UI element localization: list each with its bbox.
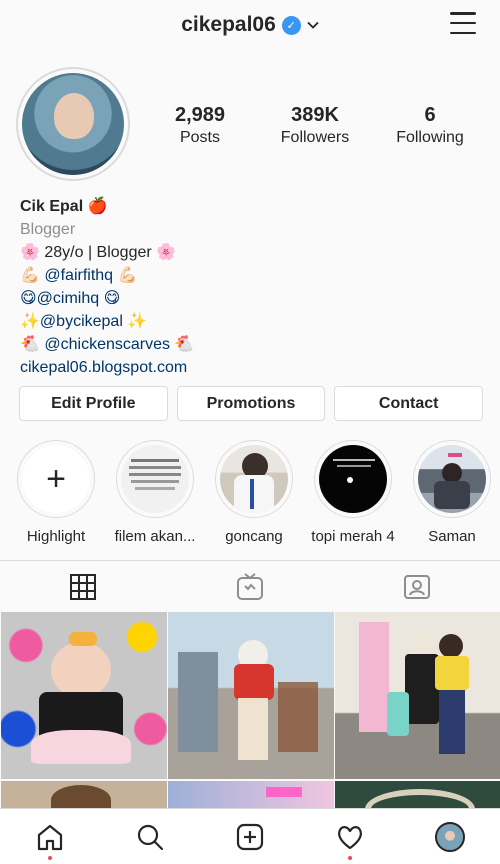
bio-mention-line[interactable]: 😋@cimihq 😋: [20, 287, 194, 310]
profile-bio: Cik Epal 🍎 Blogger 🌸 28y/o | Blogger 🌸 💪…: [20, 195, 194, 379]
highlight-ring: [116, 440, 194, 518]
stat-value: 2,989: [174, 104, 226, 126]
nav-activity[interactable]: [330, 817, 370, 860]
profile-actions: Edit Profile Promotions Contact: [19, 386, 484, 421]
highlight-label: topi merah 4: [311, 528, 395, 545]
highlight-item[interactable]: topi merah 4: [305, 440, 401, 545]
profile-stats: 2,989 Posts 389K Followers 6 Following: [145, 104, 485, 147]
highlight-item[interactable]: filem akan...: [107, 440, 203, 545]
bio-mention-line[interactable]: ✨@bycikepal ✨: [20, 310, 194, 333]
tab-igtv[interactable]: [167, 561, 334, 612]
tab-grid[interactable]: [0, 561, 167, 612]
heart-icon: [338, 825, 362, 849]
story-highlights: + Highlight filem akan... goncang topi m…: [0, 440, 500, 550]
search-icon: [137, 824, 164, 850]
tab-tagged[interactable]: [333, 561, 500, 612]
stat-label: Posts: [179, 129, 220, 146]
highlight-new[interactable]: + Highlight: [8, 440, 104, 545]
chevron-down-icon: [307, 21, 319, 29]
bio-line: 🌸 28y/o | Blogger 🌸: [20, 244, 177, 261]
notification-dot: [348, 855, 352, 860]
plus-icon: +: [22, 445, 90, 513]
profile-avatar[interactable]: [16, 67, 130, 181]
profile-tabs: [0, 560, 500, 612]
profile-category: Blogger: [20, 221, 76, 238]
highlight-thumbnail: [220, 445, 288, 513]
verified-badge-icon: ✓: [281, 15, 301, 35]
nav-search[interactable]: [130, 817, 170, 857]
highlight-label: Saman: [428, 528, 476, 545]
post-thumbnail[interactable]: [1, 612, 167, 779]
post-thumbnail[interactable]: [1, 781, 167, 811]
display-name: Cik Epal 🍎: [20, 198, 108, 215]
bottom-navigation: [0, 808, 500, 864]
highlight-thumbnail: [418, 445, 486, 513]
notification-dot: [48, 855, 52, 860]
add-post-icon: [236, 823, 264, 850]
menu-icon[interactable]: [450, 12, 476, 34]
highlight-thumbnail: [121, 445, 189, 513]
post-thumbnail[interactable]: [168, 781, 334, 811]
stat-label: Followers: [280, 129, 350, 146]
highlight-label: filem akan...: [114, 528, 196, 545]
bio-mention-line[interactable]: 🐔 @chickenscarves 🐔: [20, 333, 194, 356]
edit-profile-button[interactable]: Edit Profile: [19, 386, 168, 421]
top-bar: cikepal06 ✓: [0, 0, 500, 50]
stat-followers[interactable]: 389K Followers: [260, 104, 370, 147]
grid-icon: [70, 573, 97, 600]
igtv-icon: [237, 572, 263, 600]
highlight-label: goncang: [225, 528, 283, 545]
nav-profile[interactable]: [430, 817, 470, 857]
promotions-button[interactable]: Promotions: [176, 386, 326, 421]
tagged-icon: [403, 574, 430, 599]
highlight-item[interactable]: goncang: [206, 440, 302, 545]
highlight-ring: [215, 440, 293, 518]
home-icon: [37, 824, 63, 850]
nav-home[interactable]: [30, 817, 70, 860]
stat-label: Following: [396, 129, 464, 146]
highlight-label: Highlight: [26, 528, 86, 545]
nav-new-post[interactable]: [230, 817, 270, 857]
stat-following[interactable]: 6 Following: [375, 104, 485, 147]
profile-avatar-icon: [435, 821, 465, 852]
stat-value: 389K: [291, 104, 339, 126]
contact-button[interactable]: Contact: [334, 386, 484, 421]
highlight-ring: +: [17, 440, 95, 518]
post-thumbnail[interactable]: [335, 612, 500, 779]
post-thumbnail[interactable]: [335, 781, 500, 811]
website-link[interactable]: cikepal06.blogspot.com: [20, 356, 194, 379]
avatar-image: [22, 73, 124, 175]
account-switcher[interactable]: cikepal06 ✓: [181, 13, 319, 37]
highlight-ring: [314, 440, 392, 518]
post-thumbnail[interactable]: [168, 612, 334, 779]
highlight-ring: [413, 440, 491, 518]
posts-grid: [0, 612, 500, 811]
highlight-item[interactable]: Saman: [404, 440, 500, 545]
stat-posts[interactable]: 2,989 Posts: [145, 104, 255, 147]
highlight-thumbnail: [319, 445, 387, 513]
username: cikepal06: [181, 13, 276, 36]
bio-mention-line[interactable]: 💪🏻 @fairfithq 💪🏻: [20, 264, 194, 287]
stat-value: 6: [424, 104, 436, 126]
